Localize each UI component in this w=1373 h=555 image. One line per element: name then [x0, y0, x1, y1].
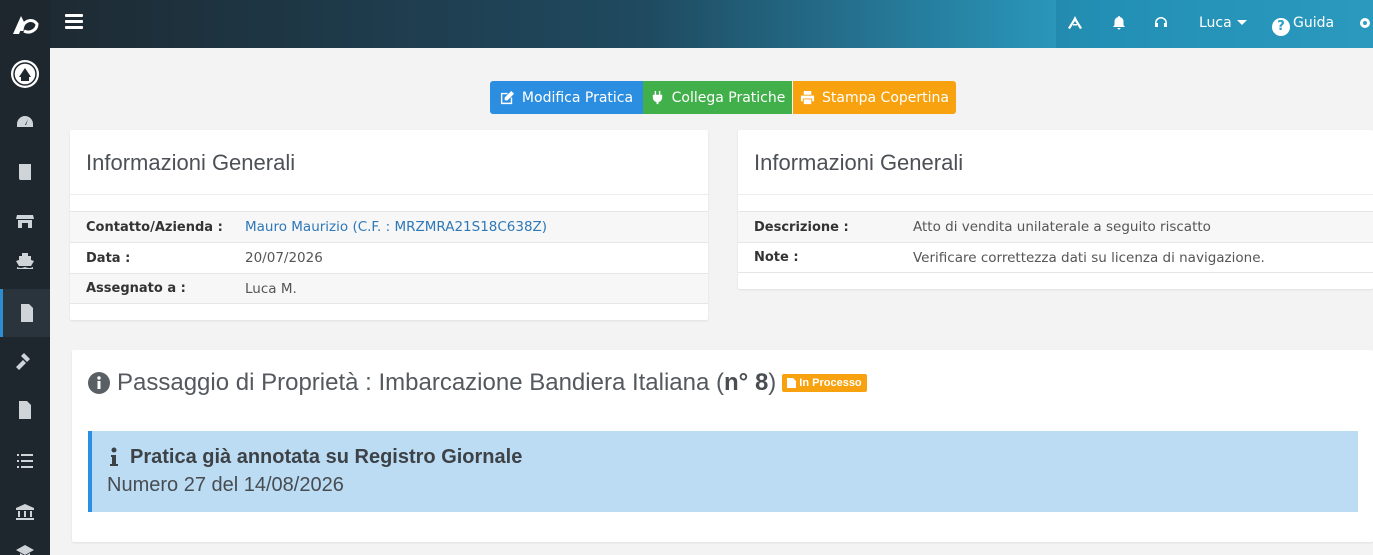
info-label: Assegnato a :: [86, 281, 186, 296]
edit-practice-label: Modifica Pratica: [521, 89, 634, 106]
app-logo-icon[interactable]: [0, 0, 50, 48]
ship-icon[interactable]: [0, 238, 50, 282]
document-icon[interactable]: [0, 388, 50, 432]
info-row-date: Data : 20/07/2026: [70, 242, 708, 273]
question-circle-icon: ?: [1272, 17, 1290, 36]
link-practices-button[interactable]: Collega Pratiche: [643, 81, 792, 114]
practice-number: n° 8: [724, 369, 769, 396]
alert-title: Pratica già annotata su Registro Giornal…: [130, 446, 523, 468]
info-row-description: Descrizione : Atto di vendita unilateral…: [738, 211, 1373, 242]
print-icon: [800, 90, 815, 105]
print-cover-label: Stampa Copertina: [822, 89, 949, 106]
info-row-assigned: Assegnato a : Luca M.: [70, 273, 708, 304]
info-value: Luca M.: [245, 280, 297, 297]
gavel-icon[interactable]: [0, 339, 50, 383]
registry-alert: Pratica già annotata su Registro Giornal…: [88, 431, 1358, 512]
info-label: Note :: [754, 250, 799, 265]
card-title: Informazioni Generali: [754, 150, 964, 175]
edit-icon: [500, 90, 514, 105]
compass-icon[interactable]: [1066, 14, 1084, 32]
link-practices-label: Collega Pratiche: [671, 89, 786, 106]
help-link[interactable]: ? Guida: [1272, 15, 1334, 36]
book-icon[interactable]: [0, 150, 50, 194]
store-icon[interactable]: [0, 199, 50, 243]
info-value: 20/07/2026: [245, 250, 323, 266]
headset-support-icon[interactable]: [1152, 14, 1170, 32]
info-label: Contatto/Azienda :: [86, 219, 223, 235]
info-label: Descrizione :: [754, 219, 849, 235]
practice-section-card: Passaggio di Proprietà : Imbarcazione Ba…: [72, 350, 1373, 542]
info-value: Verificare correttezza dati su licenza d…: [913, 249, 1265, 266]
info-icon: [110, 447, 118, 466]
file-icon: [787, 378, 797, 388]
divider: [70, 194, 708, 195]
print-cover-button[interactable]: Stampa Copertina: [793, 81, 956, 114]
card-title: Informazioni Generali: [86, 150, 296, 175]
list-icon[interactable]: [0, 439, 50, 483]
section-title-prefix: Passaggio di Proprietà : Imbarcazione Ba…: [117, 369, 725, 396]
practices-icon[interactable]: [0, 289, 50, 337]
settings-gear-icon[interactable]: [1356, 14, 1373, 32]
organization-avatar-icon[interactable]: [0, 52, 50, 96]
user-menu[interactable]: Luca: [1199, 15, 1247, 31]
chevron-down-icon: [1236, 20, 1247, 25]
sidebar: [0, 0, 50, 555]
graduation-cap-icon[interactable]: [0, 530, 50, 555]
info-row-contact: Contatto/Azienda : Mauro Maurizio (C.F. …: [70, 211, 708, 242]
general-info-card-right: Informazioni Generali Descrizione : Atto…: [738, 130, 1373, 289]
general-info-card-left: Informazioni Generali Contatto/Azienda :…: [70, 130, 708, 320]
status-badge: In Processo: [782, 374, 867, 392]
section-title: Passaggio di Proprietà : Imbarcazione Ba…: [88, 369, 867, 397]
contact-link[interactable]: Mauro Maurizio (C.F. : MRZMRA21S18C638Z): [245, 219, 547, 235]
section-title-suffix: ): [768, 369, 777, 396]
dashboard-icon[interactable]: [0, 101, 50, 145]
menu-toggle-icon[interactable]: [65, 14, 83, 32]
info-circle-icon: [88, 372, 110, 394]
status-badge-label: In Processo: [799, 377, 862, 389]
user-name: Luca: [1199, 15, 1232, 31]
edit-practice-button[interactable]: Modifica Pratica: [490, 81, 643, 114]
info-row-notes: Note : Verificare correttezza dati su li…: [738, 242, 1373, 273]
notifications-bell-icon[interactable]: [1110, 14, 1128, 32]
info-value: Atto di vendita unilaterale a seguito ri…: [913, 219, 1211, 235]
plug-icon: [652, 90, 662, 105]
divider: [738, 194, 1373, 195]
info-label: Data :: [86, 250, 131, 266]
top-navbar: Luca ? Guida: [50, 0, 1373, 48]
bank-icon[interactable]: [0, 490, 50, 534]
alert-text: Numero 27 del 14/08/2026: [107, 474, 344, 496]
help-label: Guida: [1293, 15, 1335, 31]
